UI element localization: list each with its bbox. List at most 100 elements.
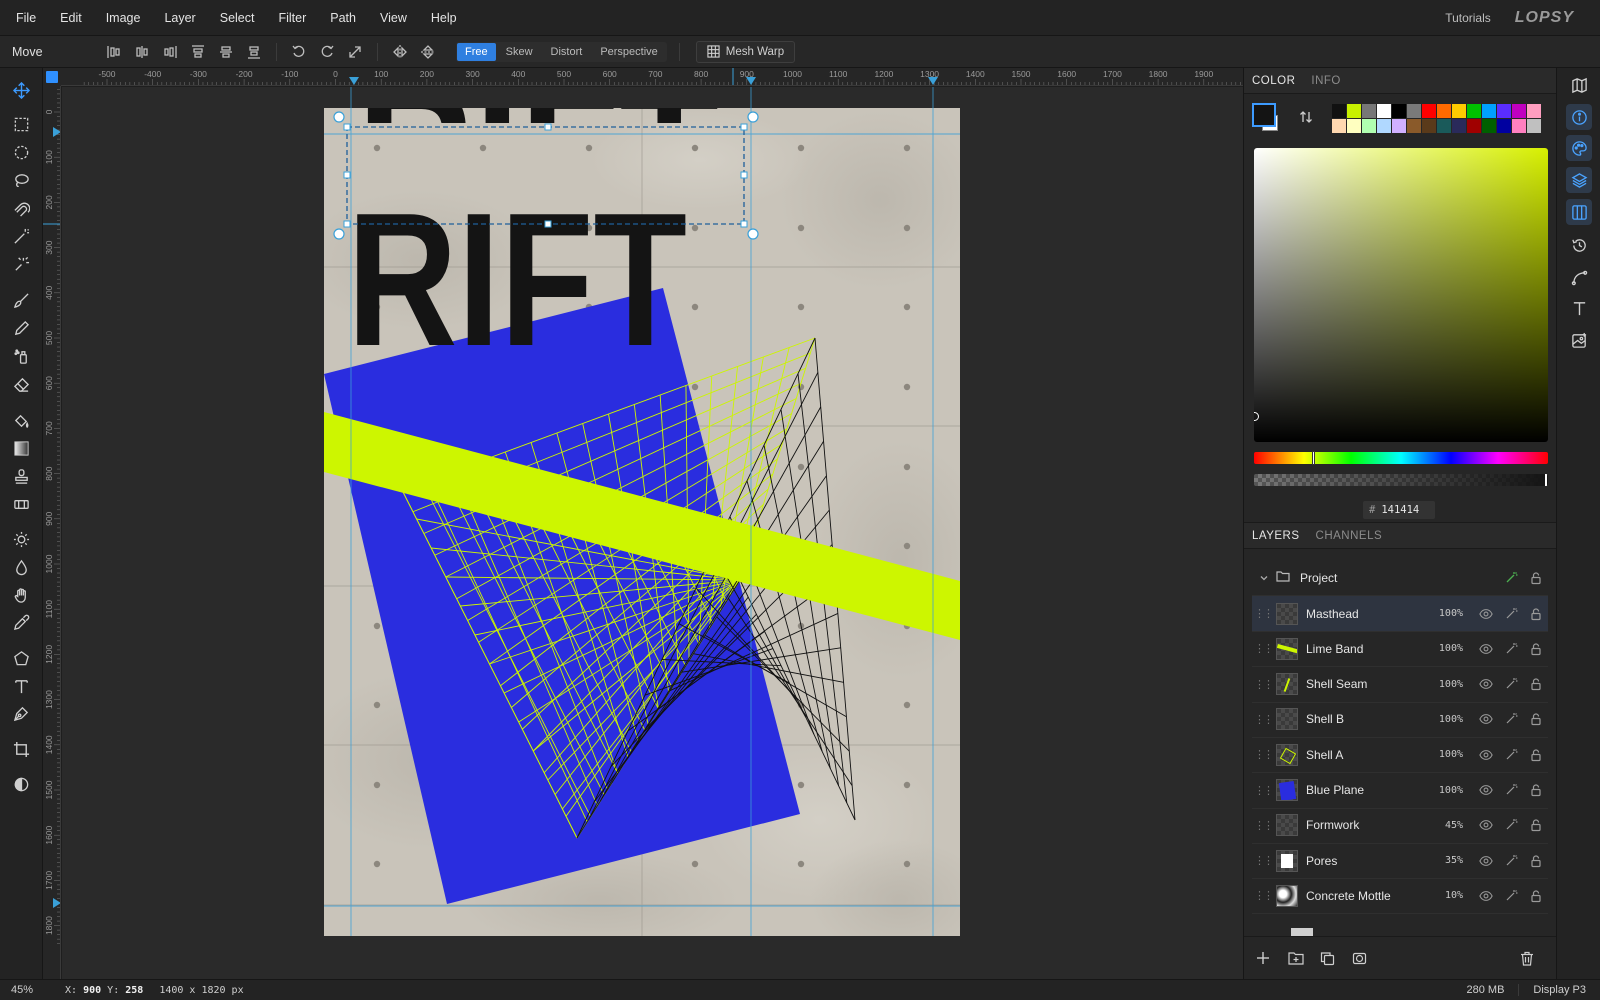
layer-name[interactable]: Shell A [1306, 748, 1429, 762]
eye-icon[interactable] [1473, 783, 1498, 797]
alpha-slider-handle[interactable] [1545, 474, 1547, 486]
hand-tool[interactable] [7, 582, 35, 608]
layer-name[interactable]: Formwork [1306, 818, 1429, 832]
spray-tool[interactable] [7, 343, 35, 369]
move-tool[interactable] [7, 77, 35, 103]
layer-row[interactable]: ⋮⋮ Shell B 100% [1252, 702, 1548, 738]
foreground-color-swatch[interactable] [1252, 103, 1276, 127]
layer-row[interactable]: ⋮⋮ Shell Seam 100% [1252, 667, 1548, 703]
canvas-workspace[interactable]: RIFT RIFT [62, 87, 1243, 979]
artwork-canvas[interactable]: RIFT RIFT [62, 87, 1243, 979]
align-bottom-button[interactable] [240, 40, 268, 64]
drag-handle-icon[interactable]: ⋮⋮ [1252, 748, 1274, 761]
color-picker-handle[interactable] [1254, 412, 1259, 421]
eye-icon[interactable] [1473, 854, 1498, 868]
rotate-cw-button[interactable] [313, 40, 341, 64]
flip-horizontal-button[interactable] [386, 40, 414, 64]
hue-slider[interactable] [1254, 451, 1548, 465]
text-tool[interactable] [7, 673, 35, 699]
color-swatch[interactable] [1392, 119, 1406, 133]
guide-marker[interactable] [349, 77, 359, 85]
layer-opacity[interactable]: 100% [1429, 785, 1463, 796]
stamp-tool[interactable] [7, 463, 35, 489]
fx-icon[interactable] [1498, 571, 1523, 585]
blur-tool[interactable] [7, 554, 35, 580]
history-panel-button[interactable] [1566, 232, 1592, 258]
swap-colors-button[interactable] [1299, 110, 1313, 127]
horizontal-ruler[interactable]: -500 -400 -300 -200 -100 0 100 200 300 400 500 600 7… [43, 68, 1243, 86]
crop-tool[interactable] [7, 736, 35, 762]
flip-vertical-button[interactable] [414, 40, 442, 64]
color-panel-button[interactable] [1566, 135, 1592, 161]
guide-marker[interactable] [53, 898, 61, 908]
eye-icon[interactable] [1473, 748, 1498, 762]
color-swatch[interactable] [1437, 104, 1451, 118]
vertical-ruler[interactable]: 0 100 200 300 400 500 600 700 800 900 1000 1100 1200… [43, 86, 61, 979]
paths-panel-button[interactable] [1566, 264, 1592, 290]
layer-name[interactable]: Lime Band [1306, 642, 1429, 656]
layer-opacity[interactable]: 35% [1429, 855, 1463, 866]
layer-opacity[interactable]: 100% [1429, 749, 1463, 760]
color-swatch[interactable] [1482, 119, 1496, 133]
color-swatch[interactable] [1422, 104, 1436, 118]
saturation-value-field[interactable] [1254, 148, 1548, 442]
lock-icon[interactable] [1523, 677, 1548, 691]
color-swatch[interactable] [1482, 104, 1496, 118]
lock-icon[interactable] [1523, 607, 1548, 621]
drag-handle-icon[interactable]: ⋮⋮ [1252, 889, 1274, 902]
drag-handle-icon[interactable]: ⋮⋮ [1252, 607, 1274, 620]
mode-skew-button[interactable]: Skew [498, 43, 541, 61]
tab-layers[interactable]: LAYERS [1244, 530, 1308, 548]
align-top-button[interactable] [184, 40, 212, 64]
add-group-button[interactable] [1288, 951, 1304, 968]
layer-opacity[interactable]: 45% [1429, 820, 1463, 831]
layer-row[interactable]: ⋮⋮ Blue Plane 100% [1252, 773, 1548, 809]
color-swatch[interactable] [1527, 104, 1541, 118]
info-panel-button[interactable] [1566, 104, 1592, 130]
shape-tool[interactable] [7, 645, 35, 671]
layer-opacity[interactable]: 10% [1429, 890, 1463, 901]
color-swatch[interactable] [1377, 119, 1391, 133]
layer-opacity[interactable]: 100% [1429, 714, 1463, 725]
add-layer-button[interactable] [1256, 951, 1270, 968]
menu-edit[interactable]: Edit [48, 11, 94, 25]
pen-tool[interactable] [7, 700, 35, 726]
lock-icon[interactable] [1523, 712, 1548, 726]
tab-color[interactable]: COLOR [1244, 75, 1303, 93]
mode-perspective-button[interactable]: Perspective [592, 43, 665, 61]
layer-row[interactable]: ⋮⋮ Masthead 100% [1252, 596, 1548, 632]
fx-icon[interactable] [1498, 854, 1523, 868]
layer-name[interactable]: Masthead [1306, 607, 1429, 621]
layer-row[interactable]: ⋮⋮ Formwork 45% [1252, 808, 1548, 844]
hue-slider-handle[interactable] [1312, 451, 1315, 465]
color-swatch[interactable] [1362, 119, 1376, 133]
menu-path[interactable]: Path [318, 11, 368, 25]
lasso-tool[interactable] [7, 167, 35, 193]
fx-icon[interactable] [1498, 607, 1523, 621]
layer-row[interactable]: ⋮⋮ Concrete Mottle 10% [1252, 878, 1548, 915]
color-swatch[interactable] [1467, 119, 1481, 133]
eye-icon[interactable] [1473, 607, 1498, 621]
menu-layer[interactable]: Layer [152, 11, 207, 25]
tab-info[interactable]: INFO [1303, 75, 1348, 93]
lock-icon[interactable] [1523, 642, 1548, 656]
drag-handle-icon[interactable]: ⋮⋮ [1252, 642, 1274, 655]
zoom-level[interactable]: 45% [0, 984, 43, 996]
image-adjust-panel-button[interactable] [1566, 327, 1592, 353]
layer-name[interactable]: Pores [1306, 854, 1429, 868]
fx-icon[interactable] [1498, 818, 1523, 832]
eye-icon[interactable] [1473, 712, 1498, 726]
color-swatch[interactable] [1467, 104, 1481, 118]
fill-tool[interactable] [7, 407, 35, 433]
layer-row[interactable]: ⋮⋮ Shell A 100% [1252, 737, 1548, 774]
layer-group-project[interactable]: Project [1252, 560, 1548, 596]
color-swatch[interactable] [1392, 104, 1406, 118]
add-mask-button[interactable] [1352, 951, 1367, 969]
drag-handle-icon[interactable]: ⋮⋮ [1252, 713, 1274, 726]
magic-wand-tool[interactable] [7, 223, 35, 249]
tutorials-link[interactable]: Tutorials [1445, 11, 1491, 25]
layer-opacity[interactable]: 100% [1429, 608, 1463, 619]
guide-marker[interactable] [53, 127, 61, 137]
patch-tool[interactable] [7, 491, 35, 517]
navigator-panel-button[interactable] [1566, 72, 1592, 98]
